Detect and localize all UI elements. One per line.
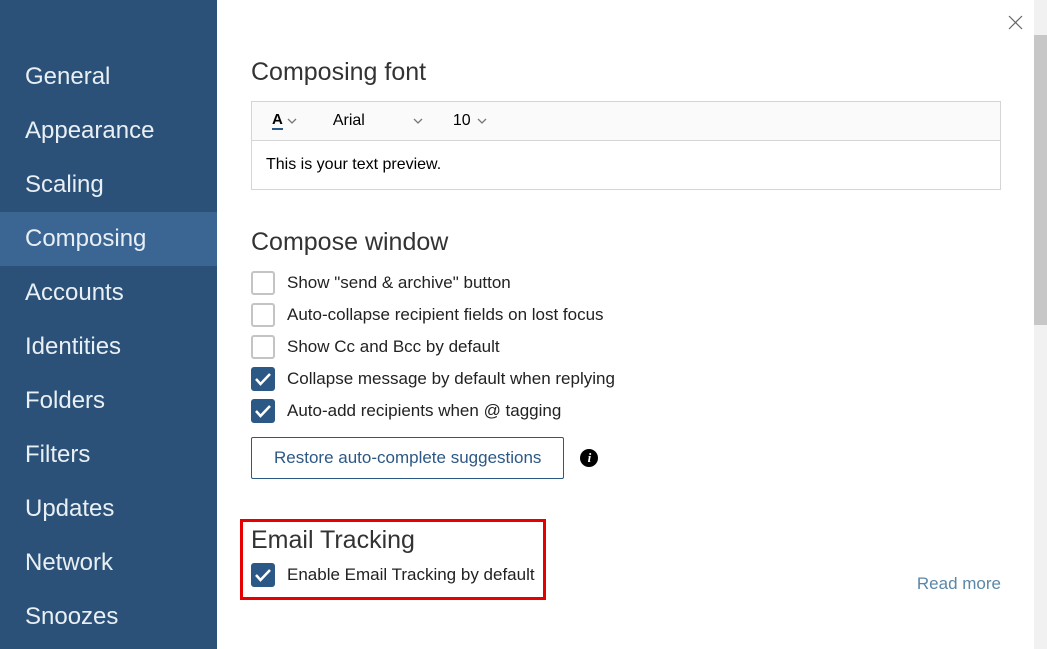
sidebar-item-general[interactable]: General [0,50,217,104]
font-color-icon: A [272,112,283,130]
email-tracking-highlight: Email Tracking Enable Email Tracking by … [240,519,546,600]
compose-window-title: Compose window [251,228,1001,257]
font-size-select[interactable]: 10 [453,112,487,130]
font-preview: This is your text preview. [251,141,1001,190]
font-name-select[interactable]: Arial [333,112,423,130]
composing-font-title: Composing font [251,58,1001,87]
checkbox-label: Enable Email Tracking by default [287,565,535,585]
sidebar-item-accounts[interactable]: Accounts [0,266,217,320]
font-color-button[interactable]: A [268,110,301,132]
option-auto-collapse: Auto-collapse recipient fields on lost f… [251,303,1001,327]
checkbox-send-archive[interactable] [251,271,275,295]
sidebar-item-appearance[interactable]: Appearance [0,104,217,158]
checkbox-auto-add-recipients[interactable] [251,399,275,423]
option-show-cc-bcc: Show Cc and Bcc by default [251,335,1001,359]
sidebar-item-scaling[interactable]: Scaling [0,158,217,212]
option-enable-tracking: Enable Email Tracking by default [251,563,535,587]
email-tracking-row: Email Tracking Enable Email Tracking by … [251,519,1001,600]
sidebar-item-composing[interactable]: Composing [0,212,217,266]
checkbox-label: Collapse message by default when replyin… [287,369,615,389]
close-icon [1008,15,1023,30]
checkbox-show-cc-bcc[interactable] [251,335,275,359]
sidebar-item-identities[interactable]: Identities [0,320,217,374]
settings-sidebar: General Appearance Scaling Composing Acc… [0,0,217,649]
sidebar-item-folders[interactable]: Folders [0,374,217,428]
restore-row: Restore auto-complete suggestions i [251,437,1001,479]
settings-main: Composing font A Arial 10 This is your t… [217,0,1047,649]
checkbox-label: Auto-collapse recipient fields on lost f… [287,305,604,325]
restore-autocomplete-button[interactable]: Restore auto-complete suggestions [251,437,564,479]
read-more-link[interactable]: Read more [917,574,1001,594]
font-size-value: 10 [453,112,471,130]
close-button[interactable] [1003,10,1027,34]
email-tracking-title: Email Tracking [251,526,535,555]
scrollbar-thumb[interactable] [1034,35,1047,325]
sidebar-item-updates[interactable]: Updates [0,482,217,536]
font-name-value: Arial [333,112,365,130]
sidebar-item-filters[interactable]: Filters [0,428,217,482]
chevron-down-icon [413,118,423,124]
checkbox-label: Auto-add recipients when @ tagging [287,401,561,421]
option-auto-add-recipients: Auto-add recipients when @ tagging [251,399,1001,423]
chevron-down-icon [477,118,487,124]
info-icon[interactable]: i [580,449,598,467]
chevron-down-icon [287,118,297,124]
checkbox-enable-tracking[interactable] [251,563,275,587]
checkbox-collapse-reply[interactable] [251,367,275,391]
checkbox-label: Show Cc and Bcc by default [287,337,500,357]
option-collapse-reply: Collapse message by default when replyin… [251,367,1001,391]
font-toolbar: A Arial 10 [251,101,1001,141]
sidebar-item-network[interactable]: Network [0,536,217,590]
option-send-archive: Show "send & archive" button [251,271,1001,295]
checkbox-auto-collapse[interactable] [251,303,275,327]
sidebar-item-snoozes[interactable]: Snoozes [0,590,217,644]
checkbox-label: Show "send & archive" button [287,273,511,293]
